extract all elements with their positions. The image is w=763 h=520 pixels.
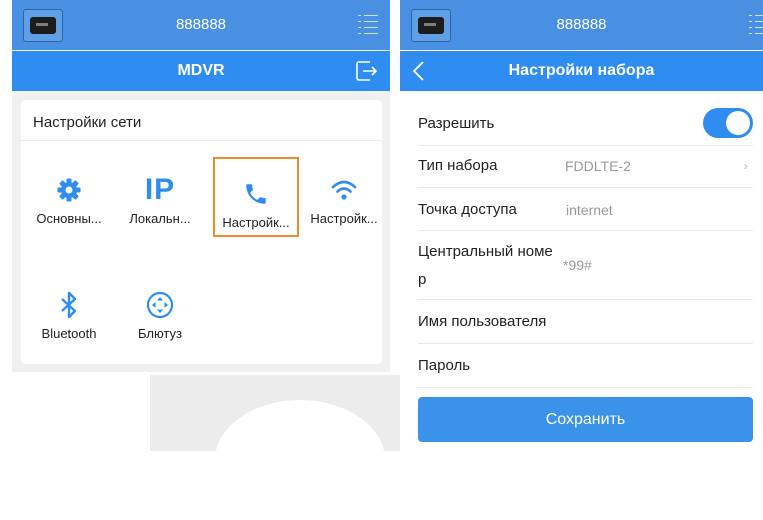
tile-basic-settings[interactable]: Основны... bbox=[26, 155, 112, 235]
row-center-number: Центральный номе р *99# bbox=[418, 231, 753, 300]
dpad-icon bbox=[146, 291, 174, 319]
section-title: Настройки сети bbox=[33, 114, 142, 131]
tile-local-settings[interactable]: IP Локальн... bbox=[117, 155, 203, 235]
row-label: Центральный номе bbox=[418, 243, 553, 260]
nav-title: MDVR bbox=[177, 62, 225, 79]
nav-bar: MDVR bbox=[12, 51, 390, 91]
row-username: Имя пользователя bbox=[418, 300, 753, 344]
tile-label: Локальн... bbox=[129, 211, 191, 226]
center-number-field[interactable]: *99# bbox=[563, 257, 592, 273]
row-label: Имя пользователя bbox=[418, 313, 547, 330]
status-bar: 888888 bbox=[12, 0, 390, 50]
dial-type-value: FDDLTE-2 bbox=[565, 158, 631, 174]
phone-icon bbox=[246, 184, 266, 204]
row-password: Пароль bbox=[418, 344, 753, 388]
tile-label: Bluetooth bbox=[41, 326, 97, 341]
row-label: Разрешить bbox=[418, 115, 495, 132]
chevron-right-icon: › bbox=[743, 158, 748, 173]
enable-toggle[interactable] bbox=[703, 108, 753, 138]
row-apn: Точка доступа internet bbox=[418, 188, 753, 231]
gear-icon bbox=[57, 178, 81, 202]
row-enable: Разрешить bbox=[418, 101, 753, 146]
tile-bluetooth-ru[interactable]: Блютуз bbox=[117, 270, 203, 350]
device-id: 888888 bbox=[556, 16, 607, 33]
row-label-continued: р bbox=[418, 271, 427, 288]
device-id: 888888 bbox=[175, 16, 227, 33]
tile-label: Настройк... bbox=[222, 215, 290, 230]
tile-label: Настройк... bbox=[310, 211, 378, 226]
bluetooth-icon bbox=[61, 291, 77, 319]
tile-label: Основны... bbox=[36, 211, 102, 226]
save-button[interactable]: Сохранить bbox=[418, 397, 753, 442]
tile-dial-settings[interactable]: Настройк... bbox=[213, 157, 299, 237]
row-dial-type[interactable]: Тип набора FDDLTE-2 › bbox=[418, 146, 753, 188]
menu-list-icon[interactable] bbox=[749, 14, 763, 36]
menu-list-icon[interactable] bbox=[358, 14, 378, 36]
tile-wifi-settings[interactable]: Настройк... bbox=[301, 155, 387, 235]
row-label: Тип набора bbox=[418, 157, 498, 174]
ip-icon: IP bbox=[144, 173, 176, 206]
tile-bluetooth[interactable]: Bluetooth bbox=[26, 270, 112, 350]
nav-title: Настройки набора bbox=[508, 62, 655, 79]
watermark-shape bbox=[215, 400, 385, 520]
divider bbox=[21, 140, 382, 141]
logout-icon[interactable] bbox=[354, 58, 378, 84]
tile-label: Блютуз bbox=[138, 326, 182, 341]
dial-settings-screen: 888888 Настройки набора Разрешить Тип на… bbox=[400, 0, 763, 451]
wifi-icon bbox=[331, 180, 357, 200]
network-settings-card: Настройки сети Основны... IP Локальн... … bbox=[21, 100, 382, 364]
nav-bar: Настройки набора bbox=[400, 51, 763, 91]
status-bar: 888888 bbox=[400, 0, 763, 50]
network-settings-screen: 888888 MDVR Настройки сети Основны... IP… bbox=[12, 0, 390, 372]
row-label: Пароль bbox=[418, 357, 471, 374]
apn-field[interactable]: internet bbox=[566, 202, 613, 218]
row-label: Точка доступа bbox=[418, 201, 517, 218]
